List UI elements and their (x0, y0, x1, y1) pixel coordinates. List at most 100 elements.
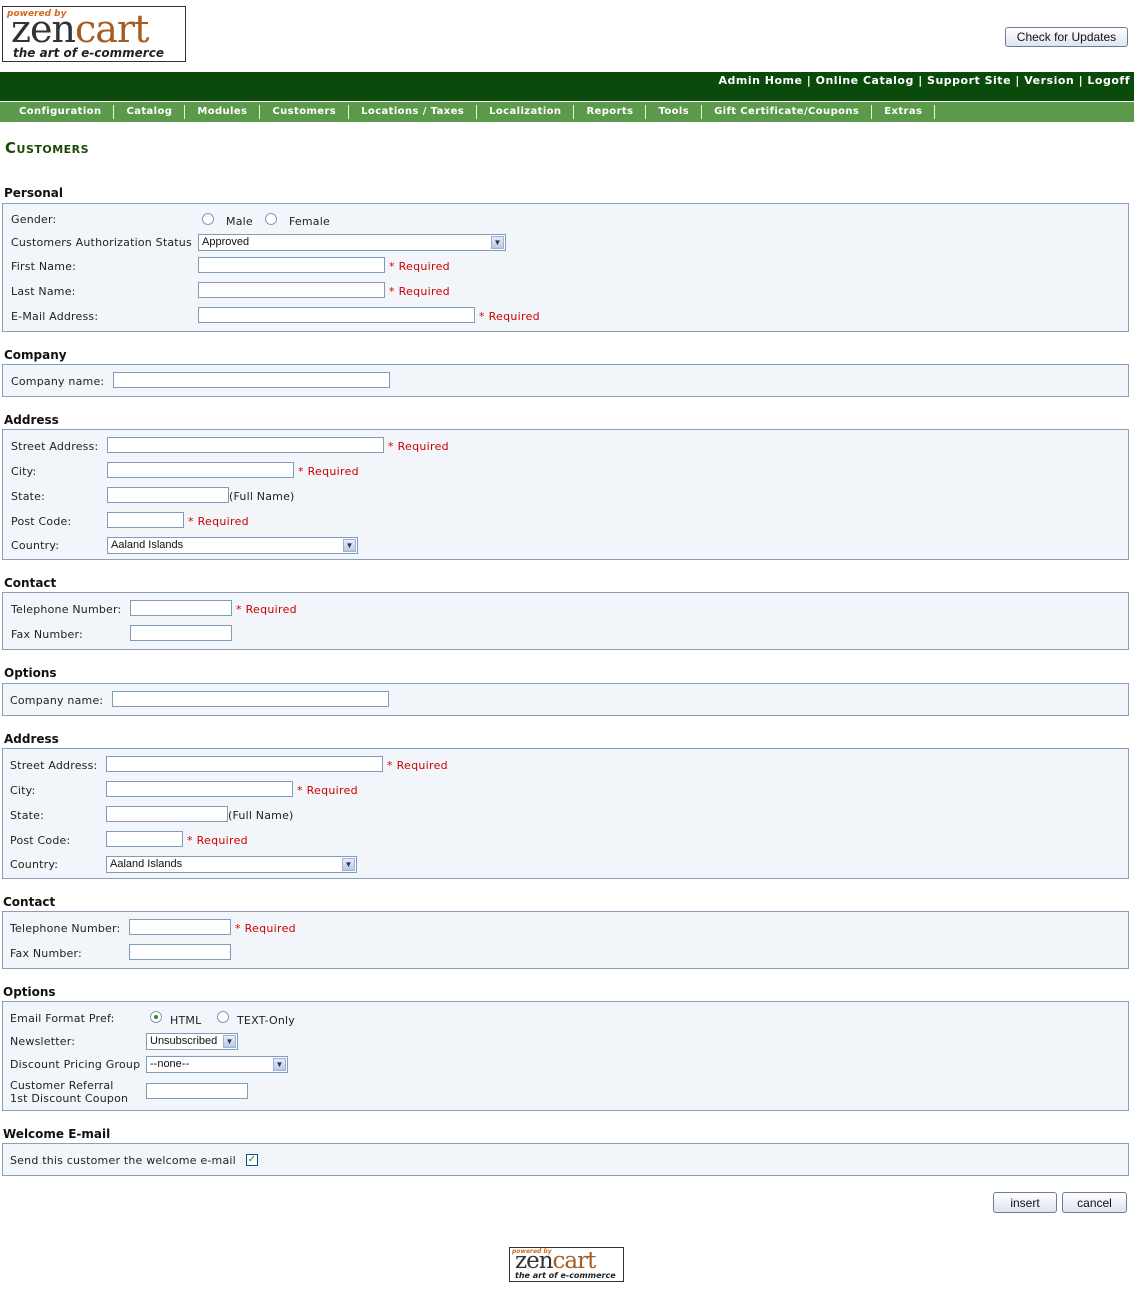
referral-coupon-input[interactable] (146, 1083, 248, 1099)
referral-label-line2: 1st Discount Coupon (10, 1092, 129, 1105)
country-value: Aaland Islands (110, 858, 183, 870)
check-for-updates-button[interactable]: Check for Updates (1005, 27, 1128, 47)
logo-tagline: the art of e-commerce (515, 1271, 616, 1280)
company-name-input[interactable] (113, 372, 390, 388)
email-format-text-radio[interactable] (217, 1011, 229, 1023)
company-name-input[interactable] (112, 691, 389, 707)
logo-wordmark: zencart (515, 1249, 596, 1273)
telephone-input[interactable] (130, 600, 232, 616)
city-label: City: (10, 784, 36, 797)
section-title-contact: Contact (3, 895, 56, 909)
main-menu: Configuration Catalog Modules Customers … (0, 102, 1134, 122)
gender-male-radio[interactable] (202, 213, 214, 225)
gender-male-label: Male (226, 215, 253, 228)
last-name-label: Last Name: (11, 285, 76, 298)
company-name-label: Company name: (10, 694, 104, 707)
welcome-email-checkbox[interactable]: ✓ (246, 1154, 258, 1166)
admin-home-link[interactable]: Admin Home (718, 74, 802, 87)
required-note: * Required (236, 603, 297, 616)
logo-cart: cart (74, 7, 149, 51)
fax-input[interactable] (130, 625, 232, 641)
menu-reports[interactable]: Reports (574, 105, 647, 119)
email-format-html-radio[interactable] (150, 1011, 162, 1023)
link-separator: | (913, 74, 928, 87)
city-label: City: (11, 465, 37, 478)
header: powered by zencart the art of e-commerce… (0, 0, 1134, 70)
required-note: * Required (187, 834, 248, 847)
gender-female-radio[interactable] (265, 213, 277, 225)
zencart-logo[interactable]: powered by zencart the art of e-commerce (2, 6, 186, 62)
logo-zen: zen (11, 7, 76, 51)
country-select[interactable]: Aaland Islands ▼ (106, 856, 357, 873)
menu-gift-certificates[interactable]: Gift Certificate/Coupons (702, 105, 873, 119)
street-label: Street Address: (11, 440, 99, 453)
state-input[interactable] (106, 806, 228, 822)
menu-modules[interactable]: Modules (185, 105, 261, 119)
footer-zencart-logo[interactable]: powered by zencart the art of e-commerce (509, 1247, 624, 1282)
city-input[interactable] (106, 781, 293, 797)
logo-wordmark: zencart (11, 7, 149, 51)
city-input[interactable] (107, 462, 294, 478)
street-input[interactable] (107, 437, 384, 453)
options-company-box: Company name: (2, 683, 1129, 716)
menu-tools[interactable]: Tools (646, 105, 703, 119)
required-note: * Required (479, 310, 540, 323)
post-code-label: Post Code: (10, 834, 71, 847)
gender-female-label: Female (289, 215, 330, 228)
discount-group-label: Discount Pricing Group (10, 1058, 141, 1071)
address-box-2: Street Address: * Required City: * Requi… (2, 748, 1129, 879)
options-box: Email Format Pref: HTML TEXT-Only Newsle… (2, 1001, 1129, 1111)
post-code-input[interactable] (106, 831, 183, 847)
online-catalog-link[interactable]: Online Catalog (816, 74, 914, 87)
cancel-button[interactable]: cancel (1062, 1192, 1127, 1213)
menu-locations-taxes[interactable]: Locations / Taxes (349, 105, 478, 119)
support-site-link[interactable]: Support Site (927, 74, 1011, 87)
menu-configuration[interactable]: Configuration (0, 105, 115, 119)
newsletter-select[interactable]: Unsubscribed ▼ (146, 1033, 238, 1050)
discount-group-value: --none-- (150, 1058, 190, 1070)
menu-customers[interactable]: Customers (260, 105, 350, 119)
telephone-input[interactable] (129, 919, 231, 935)
auth-status-select[interactable]: Approved ▼ (198, 234, 506, 251)
required-note: * Required (297, 784, 358, 797)
required-note: * Required (387, 759, 448, 772)
country-label: Country: (11, 539, 60, 552)
section-title-address: Address (4, 732, 59, 746)
email-format-html-label: HTML (170, 1014, 202, 1027)
menu-extras[interactable]: Extras (872, 105, 936, 119)
auth-status-label: Customers Authorization Status (11, 236, 192, 249)
menu-localization[interactable]: Localization (477, 105, 575, 119)
fax-label: Fax Number: (10, 947, 82, 960)
link-separator: | (802, 74, 816, 87)
chevron-down-icon: ▼ (343, 539, 356, 552)
insert-button[interactable]: insert (993, 1192, 1057, 1213)
street-input[interactable] (106, 756, 383, 772)
state-full-name-hint: (Full Name) (228, 809, 294, 822)
state-label: State: (11, 490, 46, 503)
admin-links: Admin Home | Online Catalog | Support Si… (718, 74, 1130, 87)
discount-group-select[interactable]: --none-- ▼ (146, 1056, 288, 1073)
state-input[interactable] (107, 487, 229, 503)
admin-links-bar: Admin Home | Online Catalog | Support Si… (0, 72, 1134, 101)
email-input[interactable] (198, 307, 475, 323)
section-title-personal: Personal (4, 186, 63, 200)
country-select[interactable]: Aaland Islands ▼ (107, 537, 358, 554)
company-name-label: Company name: (11, 375, 105, 388)
logoff-link[interactable]: Logoff (1087, 74, 1130, 87)
email-format-text-label: TEXT-Only (237, 1014, 295, 1027)
contact-box: Telephone Number: * Required Fax Number: (2, 592, 1129, 650)
first-name-input[interactable] (198, 257, 385, 273)
state-label: State: (10, 809, 45, 822)
post-code-input[interactable] (107, 512, 184, 528)
last-name-input[interactable] (198, 282, 385, 298)
fax-label: Fax Number: (11, 628, 83, 641)
menu-catalog[interactable]: Catalog (114, 105, 186, 119)
fax-input[interactable] (129, 944, 231, 960)
required-note: * Required (388, 440, 449, 453)
street-label: Street Address: (10, 759, 98, 772)
contact-box-2: Telephone Number: * Required Fax Number: (2, 911, 1129, 969)
country-value: Aaland Islands (111, 539, 184, 551)
auth-status-value: Approved (202, 236, 250, 248)
version-link[interactable]: Version (1024, 74, 1074, 87)
email-format-label: Email Format Pref: (10, 1012, 115, 1025)
